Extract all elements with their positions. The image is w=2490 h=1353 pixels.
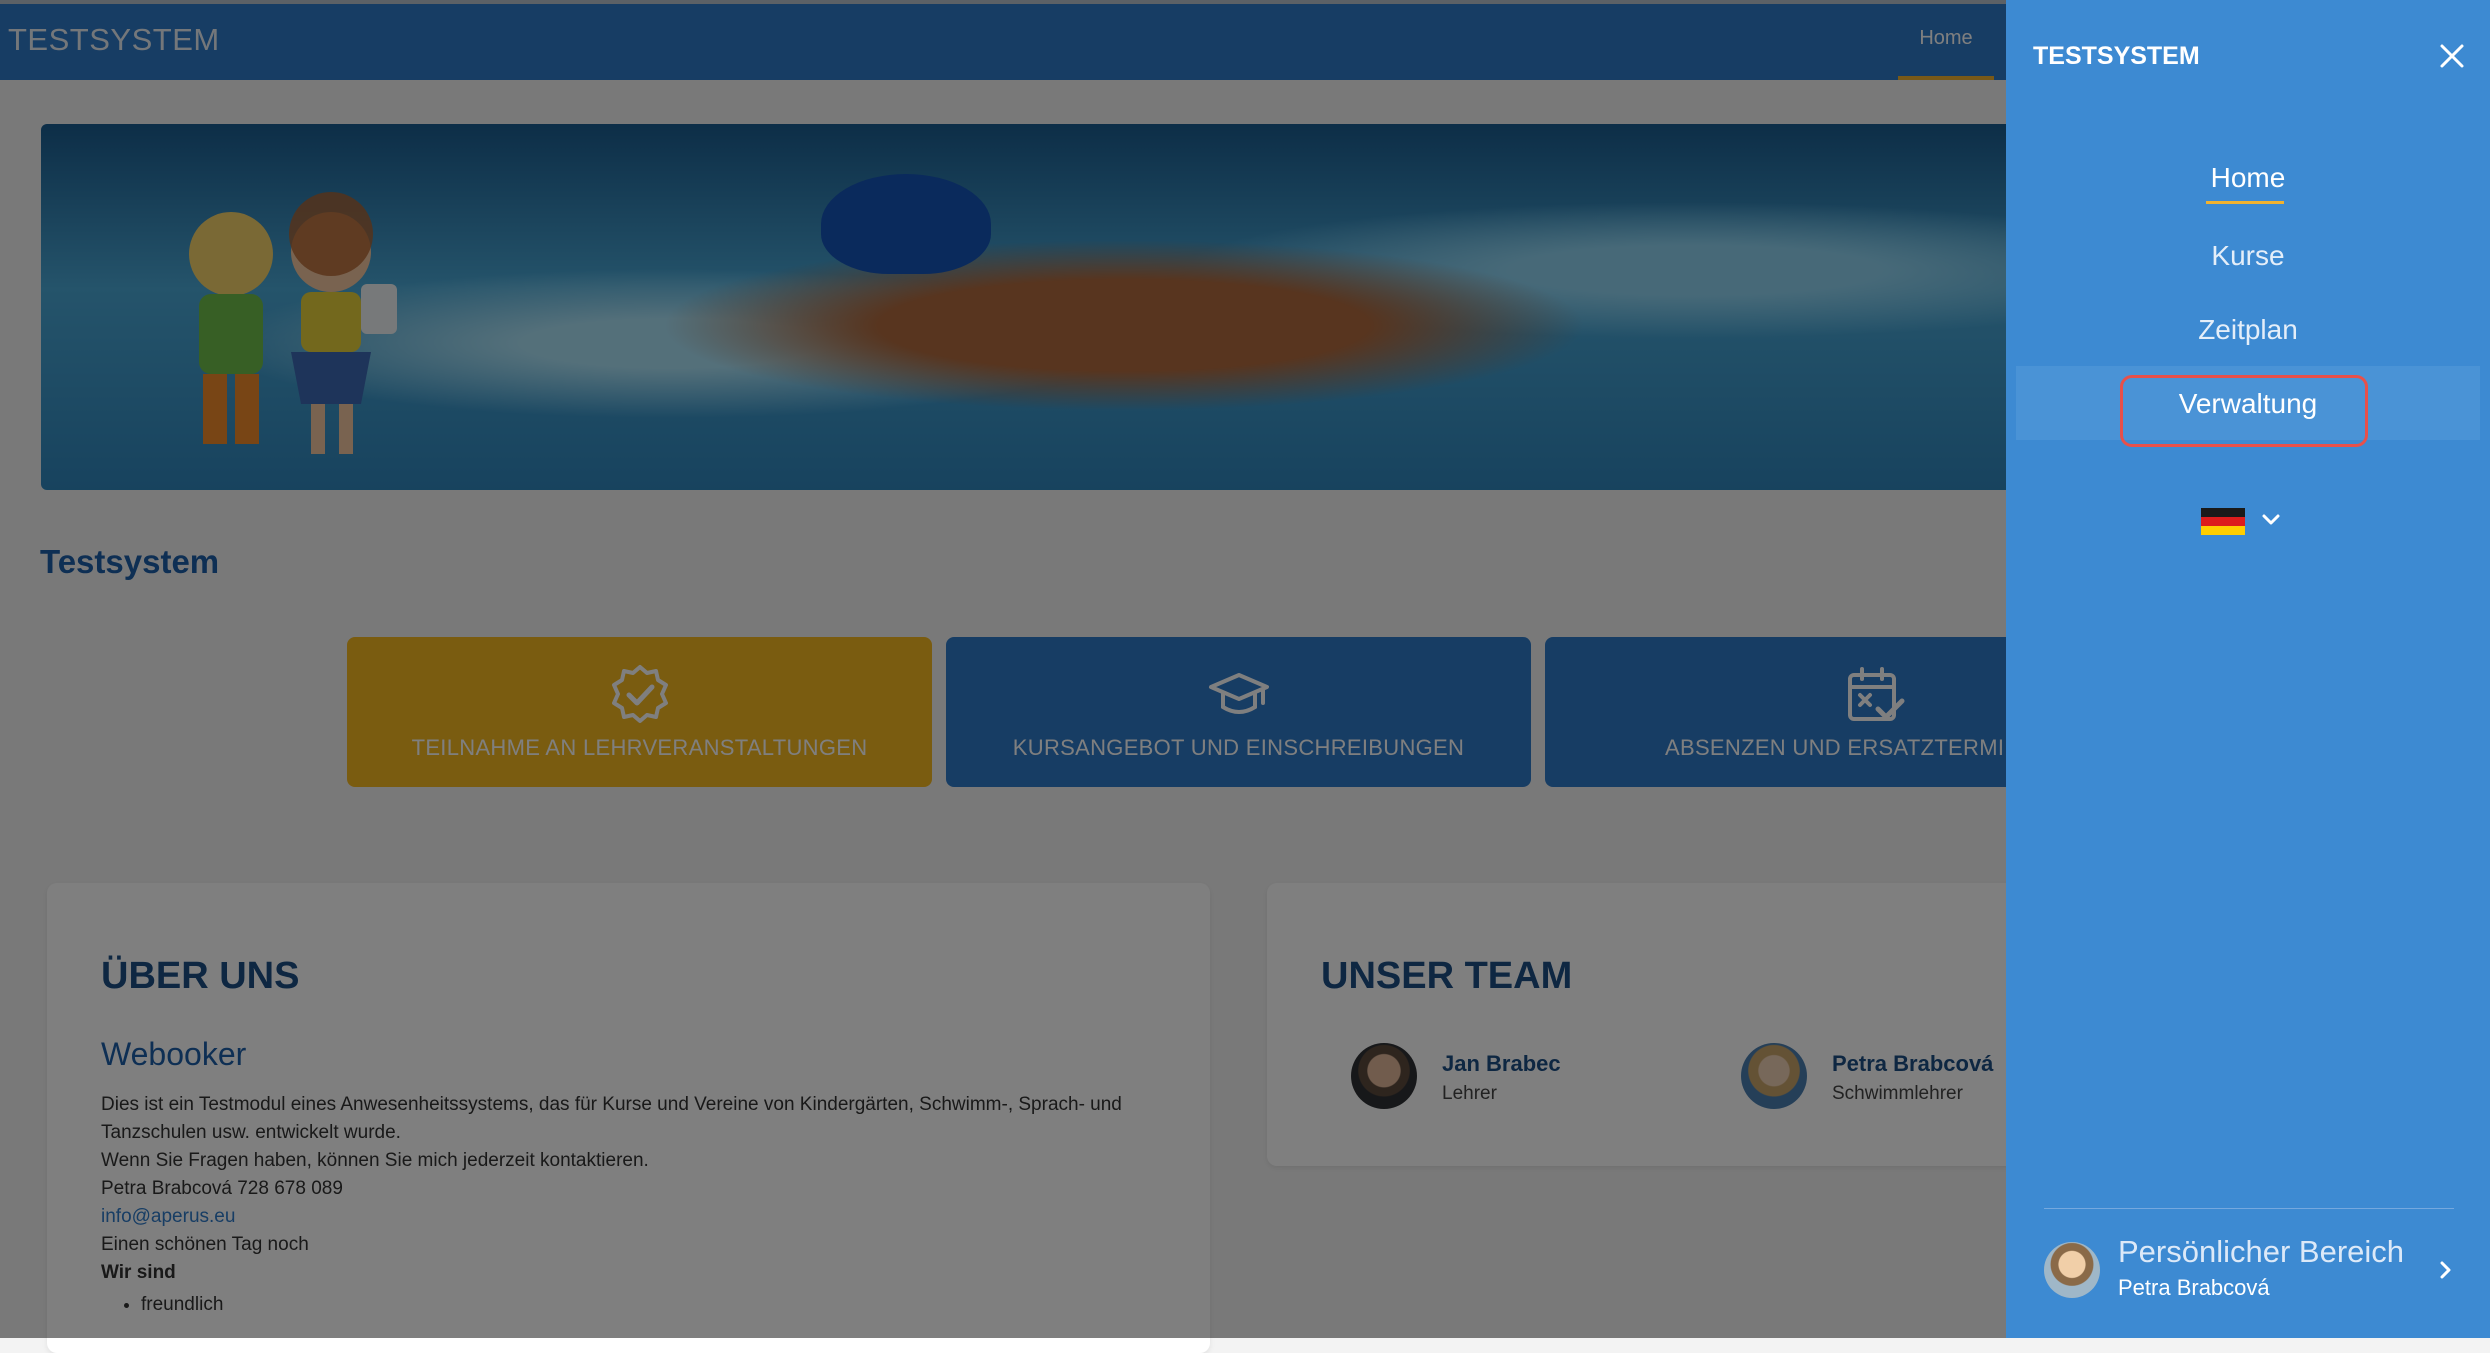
highlight-box xyxy=(2120,375,2368,447)
drawer-nav-home[interactable]: Home xyxy=(2006,162,2490,194)
drawer-brand: TESTSYSTEM xyxy=(2033,42,2200,70)
avatar[interactable] xyxy=(2044,1242,2100,1298)
close-icon[interactable] xyxy=(2436,40,2468,72)
drawer-nav-kurse[interactable]: Kurse xyxy=(2006,240,2490,272)
german-flag-icon[interactable] xyxy=(2201,508,2245,535)
personal-area-name: Petra Brabcová xyxy=(2118,1275,2270,1300)
side-drawer: TESTSYSTEM Home Kurse Zeitplan Verwaltun… xyxy=(2006,0,2490,1338)
drawer-nav-zeitplan[interactable]: Zeitplan xyxy=(2006,314,2490,346)
personal-area-title[interactable]: Persönlicher Bereich xyxy=(2118,1234,2404,1270)
drawer-divider xyxy=(2044,1208,2454,1209)
modal-backdrop[interactable] xyxy=(0,0,2006,1338)
chevron-right-icon[interactable] xyxy=(2436,1258,2456,1282)
chevron-down-icon[interactable] xyxy=(2260,510,2282,530)
drawer-active-indicator xyxy=(2206,201,2284,204)
